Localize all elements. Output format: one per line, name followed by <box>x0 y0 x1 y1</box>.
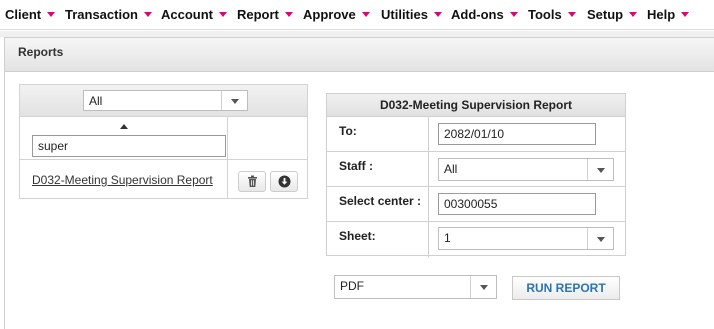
main-menu-bar: Client Transaction Account Report Approv… <box>0 0 714 30</box>
staff-select[interactable]: All <box>438 158 614 181</box>
menu-client[interactable]: Client <box>5 7 56 22</box>
run-report-button[interactable]: RUN REPORT <box>512 276 620 300</box>
caret-down-icon <box>361 12 370 17</box>
center-row: Select center : <box>327 187 625 222</box>
sheet-label: Sheet: <box>339 229 376 243</box>
column-divider <box>227 117 228 199</box>
caret-down-icon <box>143 12 152 17</box>
menu-label: Approve <box>303 7 356 22</box>
to-date-field[interactable] <box>438 123 596 145</box>
report-search-input[interactable] <box>32 135 226 157</box>
menu-report[interactable]: Report <box>237 7 293 22</box>
caret-down-icon <box>629 12 638 17</box>
sort-ascending-icon[interactable] <box>120 124 128 129</box>
menu-label: Add-ons <box>451 7 504 22</box>
sheet-select[interactable]: 1 <box>438 227 614 250</box>
report-list-box: All D032-Meeting Supervision Report <box>19 84 308 199</box>
to-date-row: To: <box>327 117 625 152</box>
page-title: Reports <box>18 45 64 59</box>
center-label: Select center : <box>339 194 422 208</box>
report-link-d032[interactable]: D032-Meeting Supervision Report <box>32 173 213 187</box>
menu-help[interactable]: Help <box>647 7 690 22</box>
staff-row: Staff : All <box>327 152 625 187</box>
staff-value: All <box>444 162 458 176</box>
dropdown-arrow <box>587 159 613 180</box>
category-filter-select[interactable]: All <box>83 90 248 111</box>
sheet-row: Sheet: 1 <box>327 222 625 257</box>
category-filter-value: All <box>89 94 103 108</box>
download-icon <box>278 175 291 188</box>
menu-label: Client <box>5 7 42 22</box>
menu-transaction[interactable]: Transaction <box>65 7 152 22</box>
menu-utilities[interactable]: Utilities <box>381 7 442 22</box>
sheet-value: 1 <box>444 231 451 245</box>
chevron-down-icon <box>480 285 488 290</box>
caret-down-icon <box>219 12 227 17</box>
chevron-down-icon <box>597 236 605 242</box>
staff-label: Staff : <box>339 159 373 173</box>
menu-label: Transaction <box>65 7 138 22</box>
dropdown-arrow <box>470 276 496 298</box>
report-search-row <box>20 117 307 160</box>
caret-down-icon <box>433 12 442 17</box>
dropdown-arrow <box>221 91 247 110</box>
caret-down-icon <box>681 12 690 17</box>
menu-approve[interactable]: Approve <box>303 7 370 22</box>
report-list-header: All <box>20 85 307 117</box>
chevron-down-icon <box>597 167 605 173</box>
caret-down-icon <box>509 12 518 17</box>
center-field[interactable] <box>438 193 596 215</box>
output-format-value: PDF <box>340 279 364 293</box>
chevron-down-icon <box>231 98 239 104</box>
form-column-divider <box>428 152 429 186</box>
report-parameters-form: D032-Meeting Supervision Report To: Staf… <box>326 93 626 257</box>
form-column-divider <box>428 187 429 221</box>
caret-down-icon <box>567 12 576 17</box>
form-column-divider <box>428 117 429 151</box>
menu-tools[interactable]: Tools <box>528 7 576 22</box>
form-column-divider <box>428 222 429 257</box>
menu-label: Report <box>237 7 279 22</box>
form-title: D032-Meeting Supervision Report <box>327 94 625 117</box>
caret-down-icon <box>47 12 56 17</box>
menu-label: Help <box>647 7 676 22</box>
to-date-label: To: <box>339 124 357 138</box>
output-format-select[interactable]: PDF <box>334 275 497 299</box>
menu-label: Setup <box>587 7 624 22</box>
menu-label: Account <box>161 7 213 22</box>
trash-icon <box>248 175 257 187</box>
menu-label: Utilities <box>381 7 428 22</box>
menu-setup[interactable]: Setup <box>587 7 638 22</box>
menu-account[interactable]: Account <box>161 7 227 22</box>
dropdown-arrow <box>587 228 613 249</box>
panel-header: Reports <box>5 38 714 72</box>
download-report-button[interactable] <box>270 171 298 192</box>
delete-report-button[interactable] <box>238 171 266 192</box>
menu-addons[interactable]: Add-ons <box>451 7 518 22</box>
menu-label: Tools <box>528 7 562 22</box>
caret-down-icon <box>284 12 293 17</box>
